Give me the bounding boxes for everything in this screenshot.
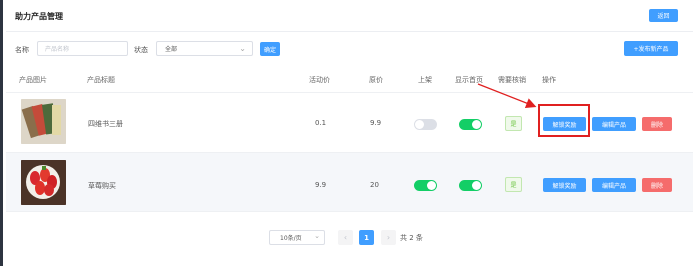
header-product-image: 产品图片 — [19, 76, 47, 84]
page-size-select[interactable]: 10条/页 ⌄ — [269, 230, 325, 245]
edit-product-button[interactable]: 编辑产品 — [592, 178, 636, 192]
delete-button[interactable]: 删除 — [642, 178, 672, 192]
header-activity-price: 活动价 — [309, 76, 330, 84]
chevron-right-icon[interactable]: › — [381, 230, 396, 245]
on-shelf-toggle[interactable] — [414, 119, 437, 130]
page-title: 助力产品管理 — [15, 12, 63, 21]
book-set-image — [21, 99, 66, 144]
strawberry-image — [21, 160, 66, 205]
product-name-input[interactable]: 产品名称 — [37, 41, 128, 56]
activity-price-value: 0.1 — [315, 119, 327, 127]
status-select[interactable]: 全部 ⌄ — [156, 41, 253, 56]
name-filter-label: 名称 — [15, 46, 29, 54]
original-price-value: 9.9 — [370, 119, 382, 127]
back-button[interactable]: 返回 — [649, 9, 678, 22]
need-verify-tag: 是 — [505, 177, 522, 192]
unlock-reward-button[interactable]: 解锁奖励 — [543, 178, 586, 192]
total-count-label: 共 2 条 — [400, 234, 423, 242]
need-verify-tag: 是 — [505, 116, 522, 131]
chevron-down-icon: ⌄ — [314, 232, 320, 240]
chevron-left-icon[interactable]: ‹ — [338, 230, 353, 245]
confirm-button[interactable]: 确定 — [260, 42, 280, 56]
header-on-shelf: 上架 — [418, 76, 432, 84]
chevron-down-icon: ⌄ — [239, 44, 246, 53]
row-divider — [6, 211, 693, 212]
header-product-title: 产品标题 — [87, 76, 115, 84]
product-title-text: 草莓购买 — [88, 182, 116, 190]
show-home-toggle[interactable] — [459, 180, 482, 191]
original-price-value: 20 — [370, 181, 379, 189]
page-number-current[interactable]: 1 — [359, 230, 374, 245]
edit-product-button[interactable]: 编辑产品 — [592, 117, 636, 131]
activity-price-value: 9.9 — [315, 181, 327, 189]
header-divider — [6, 31, 693, 32]
status-select-value: 全部 — [165, 46, 178, 53]
left-edge-bar — [0, 0, 3, 266]
delete-button[interactable]: 删除 — [642, 117, 672, 131]
on-shelf-toggle[interactable] — [414, 180, 437, 191]
status-filter-label: 状态 — [134, 46, 148, 54]
publish-new-product-button[interactable]: +发布新产品 — [624, 41, 678, 56]
page-size-value: 10条/页 — [280, 235, 302, 242]
annotation-highlight-box — [538, 104, 590, 137]
header-original-price: 原价 — [369, 76, 383, 84]
show-home-toggle[interactable] — [459, 119, 482, 130]
product-title-text: 四维书三册 — [88, 120, 123, 128]
